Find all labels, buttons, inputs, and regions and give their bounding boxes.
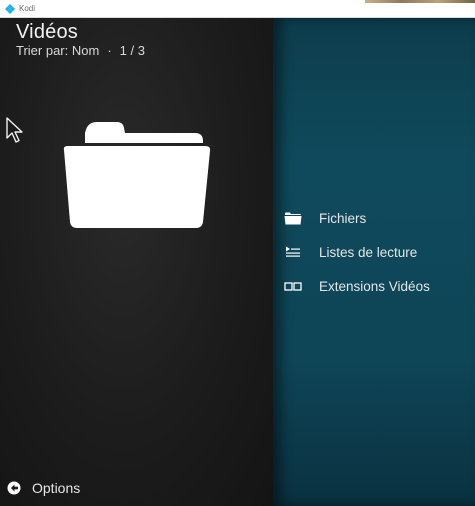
options-label: Options [32,480,81,496]
main-menu: Fichiers Listes de lecture Extensions Vi… [284,201,430,303]
kodi-logo-icon [5,3,15,14]
window-title: Kodi [19,4,36,13]
left-panel [0,18,273,506]
window-titlebar: Kodi [0,0,475,18]
playlist-icon [284,245,302,259]
options-button[interactable]: Options [6,480,80,496]
sort-info: Trier par: Nom · 1 / 3 [16,43,145,58]
menu-item-label: Extensions Vidéos [319,278,430,294]
sort-label[interactable]: Trier par: Nom [16,43,99,58]
menu-item-files[interactable]: Fichiers [284,201,430,235]
titlebar-image-strip [365,0,475,3]
menu-item-label: Listes de lecture [319,244,418,260]
options-icon [6,480,22,496]
mouse-cursor-icon [6,117,24,143]
folder-icon [284,211,302,225]
menu-item-label: Fichiers [319,210,367,226]
addons-icon [284,279,302,293]
menu-item-playlists[interactable]: Listes de lecture [284,235,430,269]
menu-item-video-addons[interactable]: Extensions Vidéos [284,269,430,303]
page-counter: 1 / 3 [119,43,145,58]
page-title: Vidéos [16,21,78,43]
separator: · [107,43,112,58]
folder-thumbnail-icon [63,121,211,229]
